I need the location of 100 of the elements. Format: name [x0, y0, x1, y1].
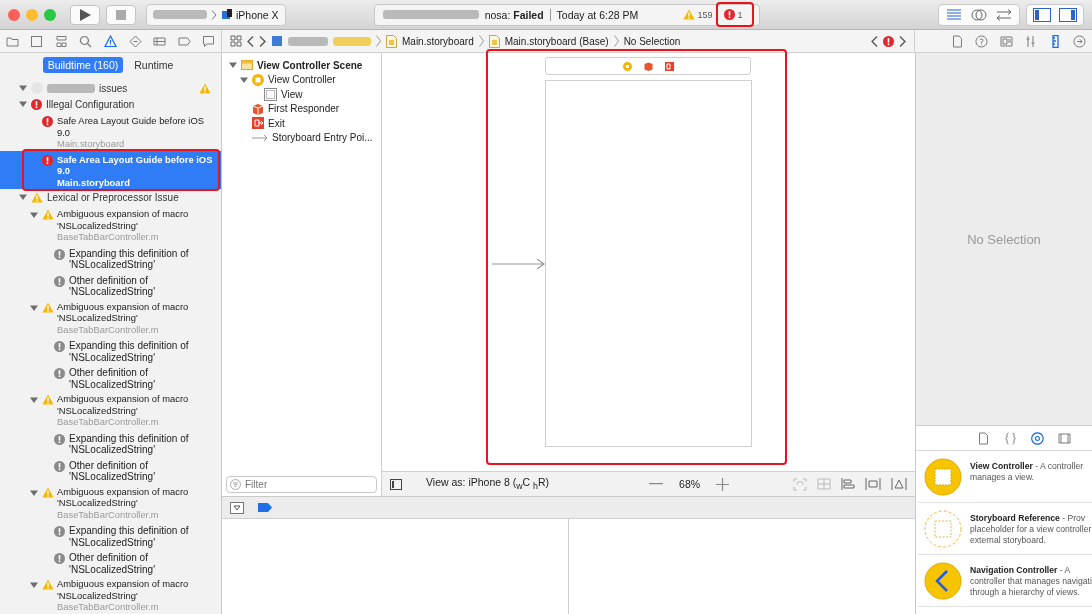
build-time: Today at 6:28 PM: [556, 8, 639, 21]
resolve-icon[interactable]: [891, 478, 907, 490]
breadcrumb[interactable]: No Selection: [623, 35, 681, 47]
back-icon[interactable]: [247, 35, 254, 47]
issue-note[interactable]: Expanding this definition of 'NSLocalizedString': [69, 525, 217, 548]
error-count[interactable]: 1: [737, 9, 743, 20]
issue-title: Safe Area Layout Guide before iOS 9.0: [57, 153, 214, 177]
breadcrumb[interactable]: Main.storyboard: [402, 35, 474, 47]
issue-row[interactable]: Ambiguous expansion of macro 'NSLocalizedString' BaseTabBarController.m: [0, 205, 221, 244]
issue-note[interactable]: Other definition of 'NSLocalizedString': [69, 274, 217, 298]
breakpoint-icon[interactable]: [258, 503, 272, 512]
version-editor-icon: [995, 8, 1013, 21]
note-icon: [54, 553, 65, 564]
disclosure-triangle[interactable]: [30, 396, 38, 404]
issue-note[interactable]: Other definition of 'NSLocalizedString': [69, 552, 217, 575]
braces-icon[interactable]: [1004, 431, 1017, 445]
breakpoint-icon[interactable]: [177, 34, 191, 48]
project-label[interactable]: issues: [99, 82, 128, 94]
zoom-in-icon[interactable]: [716, 477, 730, 491]
hide-debug-icon[interactable]: [230, 501, 244, 514]
forward-icon[interactable]: [259, 35, 266, 47]
editor-mode-control[interactable]: [938, 3, 1020, 26]
disclosure-triangle[interactable]: [229, 61, 237, 70]
issue-title: Safe Area Layout Guide before iOS 9.0: [57, 115, 205, 138]
close-button[interactable]: [8, 8, 20, 21]
cube-icon: [252, 102, 264, 115]
outline-item[interactable]: View Controller Scene: [257, 59, 363, 71]
issue-note[interactable]: Expanding this definition of 'NSLocalizedString': [69, 432, 217, 456]
stop-button[interactable]: [106, 4, 136, 25]
library-description: through a hierarchy of views.: [970, 587, 1080, 598]
run-button[interactable]: [70, 4, 100, 25]
align-icon[interactable]: [841, 478, 855, 490]
issue-file: BaseTabBarController.m: [57, 508, 159, 520]
issue-group[interactable]: Lexical or Preprocessor Issue: [47, 191, 179, 203]
disclosure-triangle[interactable]: [19, 193, 27, 201]
speech-bubble-icon[interactable]: [202, 34, 216, 48]
warning-icon[interactable]: [103, 34, 117, 48]
issue-row[interactable]: Ambiguous expansion of macro 'NSLocalizedString' BaseTabBarController.m: [0, 482, 221, 521]
diamond-icon[interactable]: [128, 34, 142, 48]
issue-row[interactable]: Ambiguous expansion of macro 'NSLocalizedString' BaseTabBarController.m: [0, 575, 221, 614]
next-issue-icon[interactable]: [899, 35, 906, 47]
disclosure-triangle[interactable]: [19, 84, 27, 92]
issue-note[interactable]: Expanding this definition of 'NSLocalizedString': [69, 340, 217, 363]
scheme-selector[interactable]: iPhone X: [146, 3, 286, 26]
outline-item[interactable]: View: [281, 88, 303, 100]
outline-item[interactable]: Storyboard Entry Poi...: [272, 132, 373, 144]
issue-note[interactable]: Other definition of 'NSLocalizedString': [69, 459, 217, 483]
issue-title: Ambiguous expansion of macro 'NSLocalizedString': [57, 300, 190, 324]
issue-row[interactable]: Safe Area Layout Guide before iOS 9.0 Main.storyboard: [0, 150, 221, 189]
filter-field[interactable]: Filter: [226, 476, 377, 493]
issue-group[interactable]: Illegal Configuration: [46, 98, 135, 110]
disclosure-triangle[interactable]: [30, 488, 38, 497]
scope-tab[interactable]: Runtime: [129, 57, 179, 73]
note-icon: [54, 248, 65, 260]
media-icon[interactable]: [1058, 431, 1071, 445]
warning-icon: [199, 82, 211, 94]
disclosure-triangle[interactable]: [30, 581, 38, 589]
warning-count[interactable]: 159: [697, 9, 713, 20]
outline-item[interactable]: Exit: [268, 117, 285, 129]
document-icon[interactable]: [977, 431, 990, 445]
view-as-label[interactable]: View as: iPhone 8 ($_{w}$C $_{h}$R): [426, 476, 550, 492]
issue-row[interactable]: Safe Area Layout Guide before iOS 9.0 Main.storyboard: [0, 112, 221, 151]
warning-icon: [42, 486, 54, 498]
issue-note[interactable]: Expanding this definition of 'NSLocalizedString': [69, 247, 217, 271]
folder-icon[interactable]: [5, 34, 19, 48]
chevron-icon: [478, 35, 484, 47]
storyboard-file-icon: [488, 34, 500, 48]
outline-item[interactable]: View Controller: [268, 74, 336, 86]
breadcrumb[interactable]: Main.storyboard (Base): [504, 35, 609, 47]
disclosure-triangle[interactable]: [19, 100, 27, 108]
slider-icon[interactable]: [1024, 34, 1038, 48]
issue-row[interactable]: Ambiguous expansion of macro 'NSLocalizedString' BaseTabBarController.m: [0, 390, 221, 429]
previous-issue-icon[interactable]: [871, 35, 878, 47]
document-icon[interactable]: [950, 34, 964, 48]
view-toggle-control[interactable]: [1026, 3, 1084, 26]
disclosure-triangle[interactable]: [240, 75, 248, 84]
issue-note[interactable]: Other definition of 'NSLocalizedString': [69, 367, 217, 390]
note-icon: [54, 341, 65, 352]
error-icon: [883, 35, 894, 47]
object-library-icon[interactable]: [1031, 431, 1044, 445]
left-panel-icon: [1033, 7, 1051, 22]
search-icon[interactable]: [79, 34, 93, 48]
pin-icon[interactable]: [865, 478, 881, 490]
issue-file: BaseTabBarController.m: [57, 231, 159, 243]
library-description: manages a view.: [970, 472, 1034, 483]
help-icon[interactable]: [975, 34, 989, 48]
disclosure-triangle[interactable]: [30, 303, 38, 312]
outline-item[interactable]: First Responder: [268, 103, 340, 115]
issue-row[interactable]: Ambiguous expansion of macro 'NSLocalizedString' BaseTabBarController.m: [0, 297, 221, 336]
disclosure-triangle[interactable]: [30, 211, 38, 219]
library-description: View Controller - A controller: [970, 461, 1084, 472]
filter-icon: [230, 479, 241, 490]
issue-title: Ambiguous expansion of macro 'NSLocalizedString': [57, 485, 190, 509]
grid-icon[interactable]: [230, 35, 242, 47]
error-icon: [723, 9, 735, 20]
hierarchy-icon[interactable]: [54, 34, 68, 48]
identity-card-icon[interactable]: [999, 34, 1013, 48]
scope-tab[interactable]: Buildtime (160): [42, 57, 124, 73]
outline-toggle-icon[interactable]: [390, 478, 402, 490]
entry-point-arrow[interactable]: [492, 258, 546, 270]
